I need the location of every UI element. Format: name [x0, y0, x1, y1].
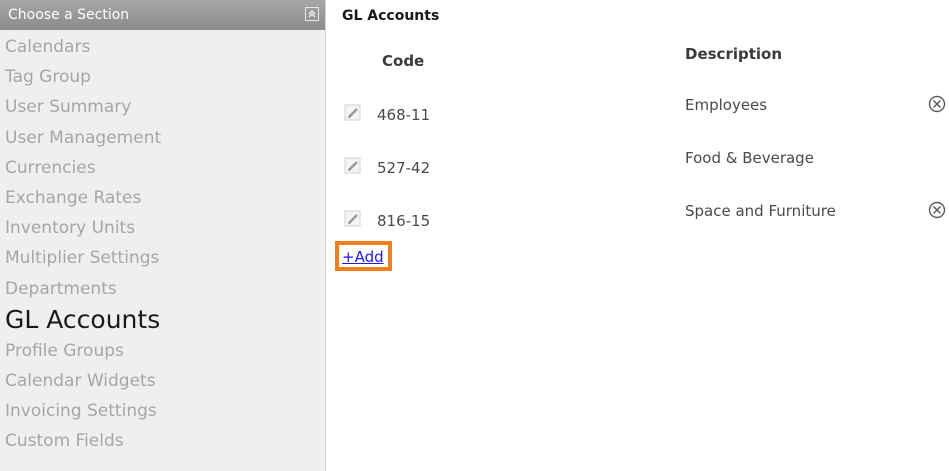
table-row: 468-11 Employees: [342, 95, 949, 138]
gl-description: Space and Furniture: [685, 202, 836, 220]
edit-icon[interactable]: [344, 210, 362, 228]
sidebar-item-inventory-units[interactable]: Inventory Units: [0, 213, 325, 243]
sidebar-header-title: Choose a Section: [8, 7, 130, 23]
sidebar-item-tag-group[interactable]: Tag Group: [0, 62, 325, 92]
sidebar-item-exchange-rates[interactable]: Exchange Rates: [0, 183, 325, 213]
gl-description: Food & Beverage: [685, 149, 814, 167]
sidebar-header: Choose a Section: [0, 0, 325, 30]
sidebar-item-gl-accounts: GL Accounts: [5, 304, 161, 334]
pencil-icon: [344, 157, 361, 174]
sidebar-item-user-management[interactable]: User Management: [0, 123, 325, 153]
table-row: 527-42 Food & Beverage: [342, 149, 949, 191]
edit-icon[interactable]: [344, 157, 362, 175]
gl-accounts-panel: GL Accounts Code Description 468-11 Empl…: [342, 0, 949, 471]
section-sidebar: Choose a Section Calendars Tag Group Use…: [0, 0, 326, 471]
circle-x-icon: [928, 201, 946, 219]
gl-code: 816-15: [377, 212, 431, 230]
section-nav-list: Calendars Tag Group User Summary User Ma…: [0, 30, 325, 456]
add-highlight: +Add: [335, 241, 392, 271]
circle-x-icon: [928, 95, 946, 113]
sidebar-item-multiplier-settings[interactable]: Multiplier Settings: [0, 243, 325, 273]
delete-icon[interactable]: [928, 201, 946, 219]
delete-icon[interactable]: [928, 95, 946, 113]
page-title: GL Accounts: [342, 8, 440, 24]
sidebar-item-calendars[interactable]: Calendars: [0, 32, 325, 62]
description-column-header: Description: [685, 45, 783, 63]
gl-description: Employees: [685, 96, 768, 114]
sidebar-item-user-summary[interactable]: User Summary: [0, 92, 325, 122]
edit-icon[interactable]: [344, 104, 362, 122]
sidebar-item-custom-fields[interactable]: Custom Fields: [0, 426, 325, 456]
collapse-icon[interactable]: [305, 7, 319, 21]
sidebar-item-departments[interactable]: Departments: [0, 274, 325, 304]
sidebar-item-invoicing-settings[interactable]: Invoicing Settings: [0, 396, 325, 426]
sidebar-item-profile-groups[interactable]: Profile Groups: [0, 336, 325, 366]
gl-code: 527-42: [377, 159, 431, 177]
sidebar-item-currencies[interactable]: Currencies: [0, 153, 325, 183]
add-gl-account-link[interactable]: +Add: [342, 248, 384, 266]
gl-code: 468-11: [377, 106, 431, 124]
sidebar-item-calendar-widgets[interactable]: Calendar Widgets: [0, 366, 325, 396]
pencil-icon: [344, 104, 361, 121]
table-row: 816-15 Space and Furniture: [342, 201, 949, 244]
double-chevron-up-icon: [308, 10, 316, 18]
pencil-icon: [344, 210, 361, 227]
code-column-header: Code: [382, 52, 425, 70]
